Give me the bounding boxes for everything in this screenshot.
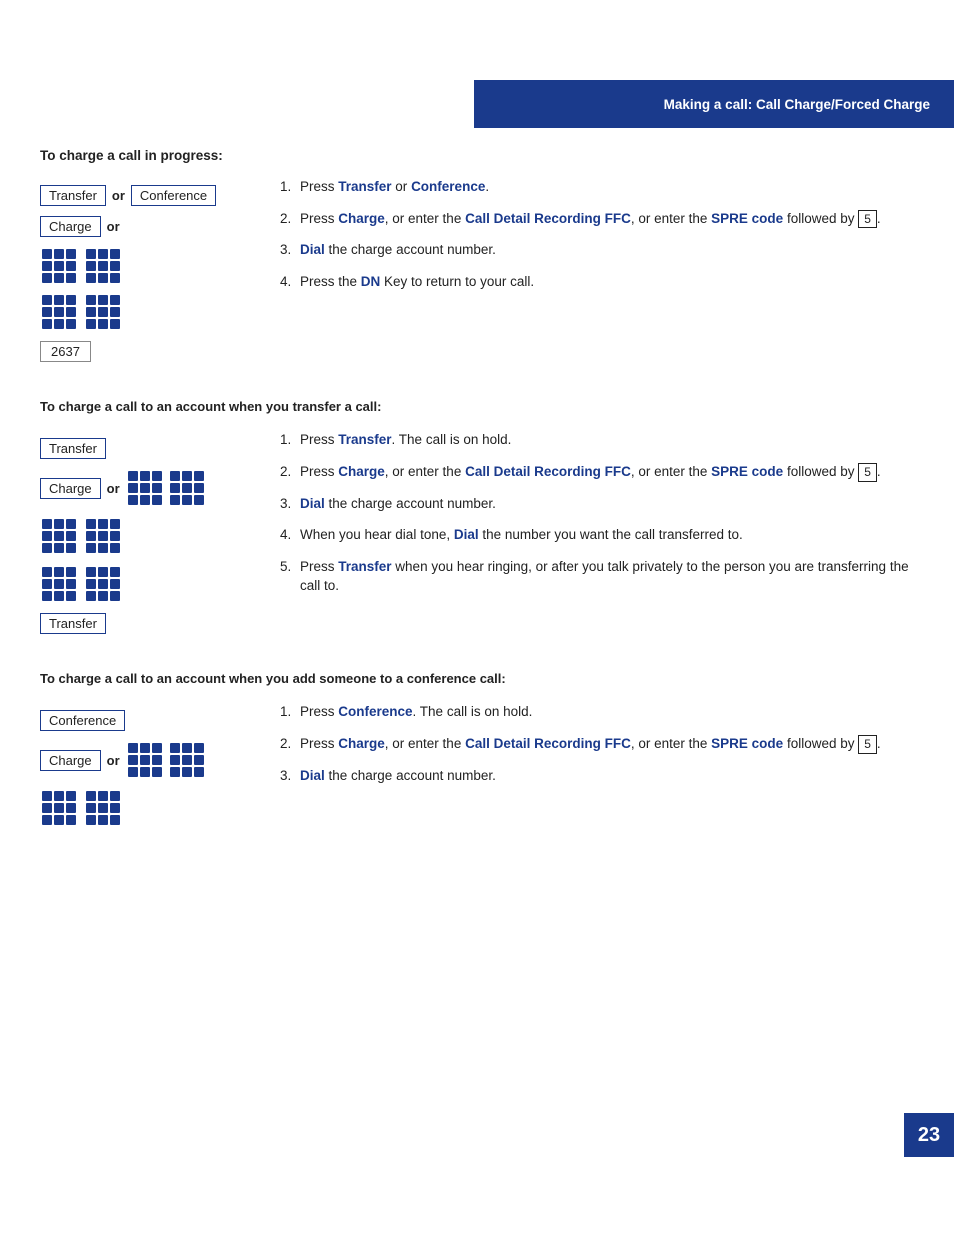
transfer-key-1: Transfer xyxy=(40,185,106,206)
section2-steps: 1. Press Transfer. The call is on hold. … xyxy=(280,430,914,596)
keypad-2 xyxy=(40,291,260,333)
header-bar: Making a call: Call Charge/Forced Charge xyxy=(474,80,954,128)
main-content: To charge a call in progress: Transfer o… xyxy=(40,148,914,863)
step-2-2: 2. Press Charge, or enter the Call Detai… xyxy=(280,462,914,482)
number-display-row: 2637 xyxy=(40,337,260,366)
or-text-1: or xyxy=(112,188,125,203)
charge-key-1: Charge xyxy=(40,216,101,237)
keypad-sec3-inline xyxy=(126,739,206,781)
step-1-2: 2. Press Charge, or enter the Call Detai… xyxy=(280,209,914,229)
section2: To charge a call to an account when you … xyxy=(40,398,914,642)
sec3-row2: Charge or xyxy=(40,739,260,781)
or-text-2: or xyxy=(107,219,120,234)
sec2-row1: Transfer xyxy=(40,436,260,461)
step-3-2: 2. Press Charge, or enter the Call Detai… xyxy=(280,734,914,754)
step-2-1: 1. Press Transfer. The call is on hold. xyxy=(280,430,914,450)
section1: To charge a call in progress: Transfer o… xyxy=(40,148,914,370)
header-title: Making a call: Call Charge/Forced Charge xyxy=(664,97,930,112)
section1-steps: 1. Press Transfer or Conference. 2. Pres… xyxy=(280,177,914,291)
section1-heading: To charge a call in progress: xyxy=(40,148,914,163)
section1-right: 1. Press Transfer or Conference. 2. Pres… xyxy=(280,177,914,370)
conference-key-1: Conference xyxy=(131,185,216,206)
transfer-key-3: Transfer xyxy=(40,613,106,634)
step-2-4: 4. When you hear dial tone, Dial the num… xyxy=(280,525,914,545)
step-1-1: 1. Press Transfer or Conference. xyxy=(280,177,914,197)
sec1-row1: Transfer or Conference xyxy=(40,183,260,208)
section3-steps: 1. Press Conference. The call is on hold… xyxy=(280,702,914,785)
section1-layout: Transfer or Conference Charge or xyxy=(40,177,914,370)
keypad-sec3-row1 xyxy=(40,787,260,829)
section3-left: Conference Charge or xyxy=(40,702,260,835)
charge-key-2: Charge xyxy=(40,478,101,499)
sec2-row2: Charge or xyxy=(40,467,260,509)
section2-layout: Transfer Charge or xyxy=(40,430,914,642)
page-number: 23 xyxy=(918,1124,940,1147)
charge-key-3: Charge xyxy=(40,750,101,771)
step-3-3: 3. Dial the charge account number. xyxy=(280,766,914,786)
section3-layout: Conference Charge or xyxy=(40,702,914,835)
step-3-1: 1. Press Conference. The call is on hold… xyxy=(280,702,914,722)
number-display: 2637 xyxy=(40,341,91,362)
keypad-sec2-row2 xyxy=(40,563,260,605)
sec3-row1: Conference xyxy=(40,708,260,733)
sec2-row-transfer-bottom: Transfer xyxy=(40,611,260,636)
section3-heading: To charge a call to an account when you … xyxy=(40,670,914,688)
step-2-5: 5. Press Transfer when you hear ringing,… xyxy=(280,557,914,596)
keypad-sec2-inline xyxy=(126,467,206,509)
step-1-3: 3. Dial the charge account number. xyxy=(280,240,914,260)
section2-heading: To charge a call to an account when you … xyxy=(40,398,914,416)
section1-left: Transfer or Conference Charge or xyxy=(40,177,260,370)
keypad-1 xyxy=(40,245,260,287)
keypad-sec2-row1 xyxy=(40,515,260,557)
conference-key-2: Conference xyxy=(40,710,125,731)
section2-left: Transfer Charge or xyxy=(40,430,260,642)
section3-right: 1. Press Conference. The call is on hold… xyxy=(280,702,914,835)
step-1-4: 4. Press the DN Key to return to your ca… xyxy=(280,272,914,292)
step-2-3: 3. Dial the charge account number. xyxy=(280,494,914,514)
section2-right: 1. Press Transfer. The call is on hold. … xyxy=(280,430,914,642)
transfer-key-2: Transfer xyxy=(40,438,106,459)
section3: To charge a call to an account when you … xyxy=(40,670,914,835)
page-number-badge: 23 xyxy=(904,1113,954,1157)
sec1-row2: Charge or xyxy=(40,214,260,239)
